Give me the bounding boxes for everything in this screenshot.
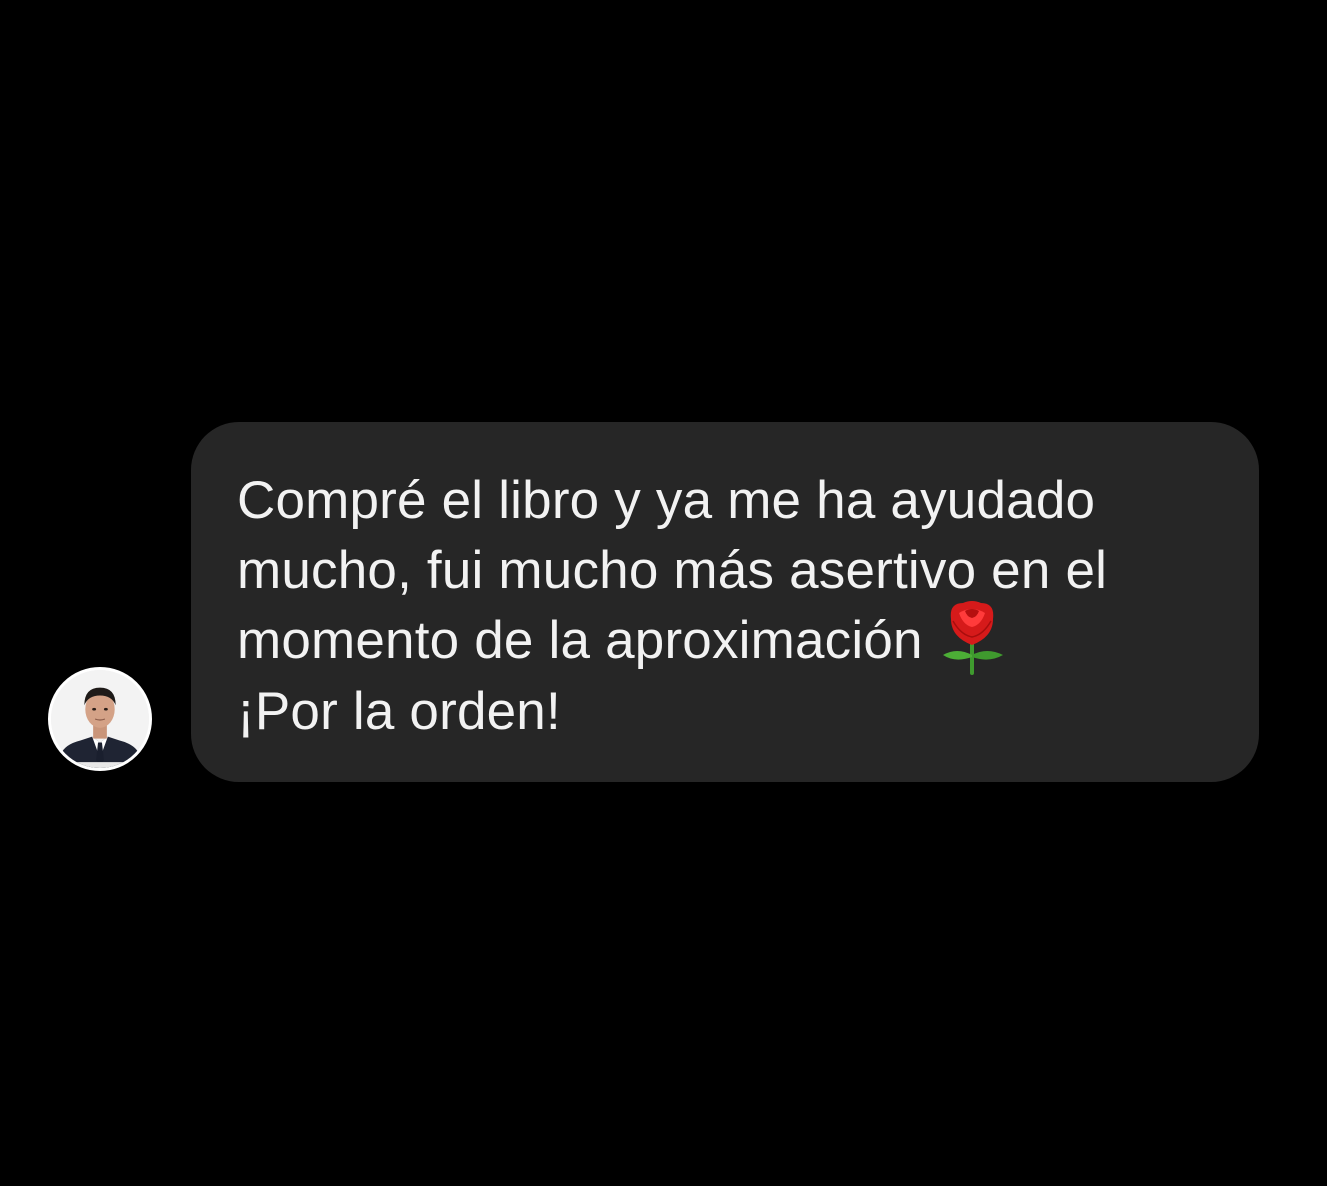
message-row: Compré el libro y ya me ha ayudado mucho… (0, 0, 1327, 1186)
message-bubble[interactable]: Compré el libro y ya me ha ayudado mucho… (191, 422, 1259, 782)
profile-photo-avatar (51, 670, 149, 768)
message-line: Compré el libro y ya me ha ayudado (237, 471, 1096, 530)
sender-avatar[interactable] (48, 667, 152, 771)
message-line: momento de la aproximación (237, 601, 1219, 677)
rose-icon (937, 597, 1007, 677)
message-line: mucho, fui mucho más asertivo en el (237, 541, 1108, 600)
message-line: ¡Por la orden! (237, 682, 561, 741)
message-line-text: momento de la aproximación (237, 611, 923, 670)
